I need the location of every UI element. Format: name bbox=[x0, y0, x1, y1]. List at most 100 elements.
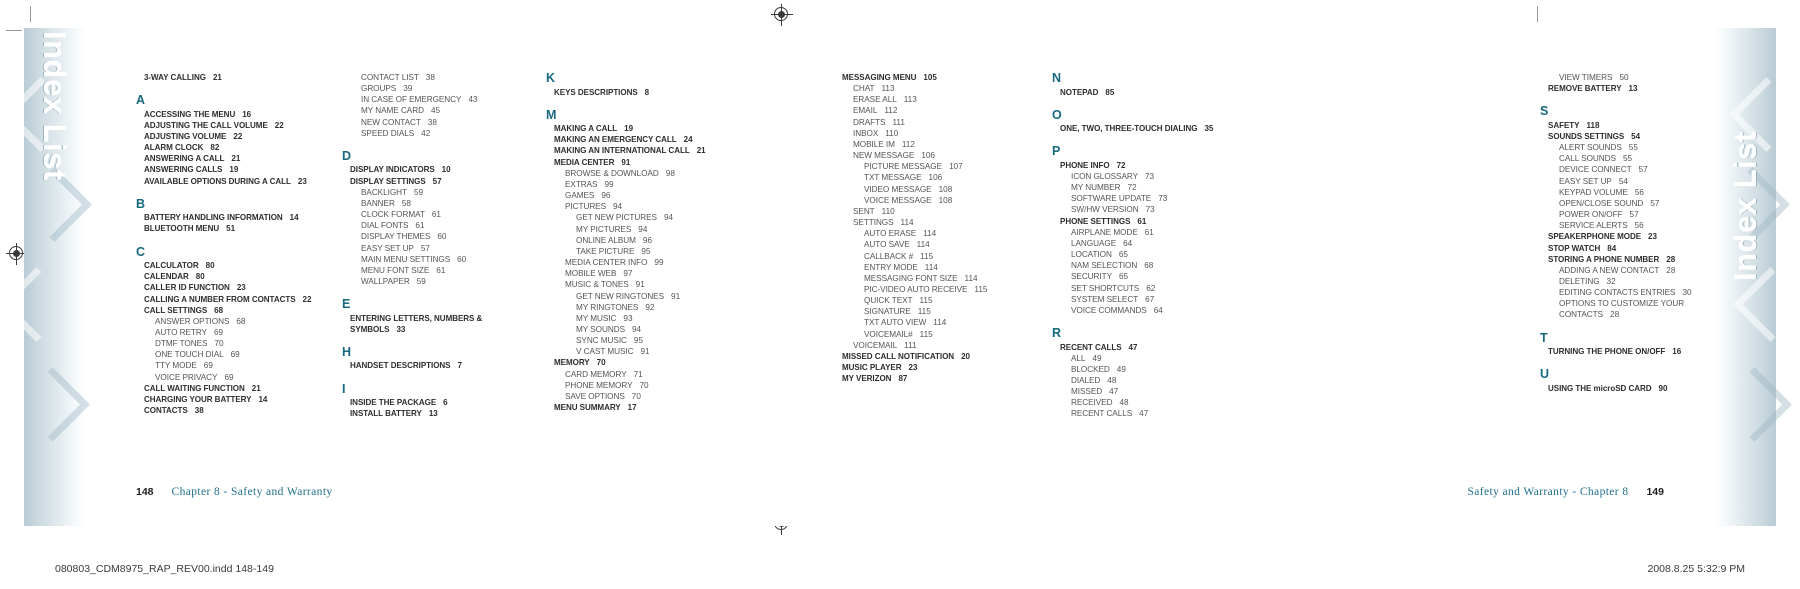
index-entry[interactable]: MESSAGING FONT SIZE 114 bbox=[834, 273, 1039, 284]
index-entry[interactable]: VOICE PRIVACY 69 bbox=[136, 372, 336, 383]
index-entry[interactable]: DIAL FONTS 61 bbox=[342, 220, 538, 231]
index-entry[interactable]: MEMORY 70 bbox=[546, 357, 746, 368]
index-entry[interactable]: ACCESSING THE MENU 16 bbox=[136, 109, 336, 120]
index-entry[interactable]: BROWSE & DOWNLOAD 98 bbox=[546, 168, 746, 179]
index-entry[interactable]: ONLINE ALBUM 96 bbox=[546, 235, 746, 246]
index-entry[interactable]: NAM SELECTION 68 bbox=[1052, 260, 1232, 271]
index-entry[interactable]: MY SOUNDS 94 bbox=[546, 324, 746, 335]
index-entry[interactable]: ALL 49 bbox=[1052, 353, 1232, 364]
index-entry[interactable]: EASY SET UP 57 bbox=[342, 243, 538, 254]
index-entry[interactable]: MAKING A CALL 19 bbox=[546, 123, 746, 134]
index-entry[interactable]: MENU SUMMARY 17 bbox=[546, 402, 746, 413]
index-entry[interactable]: SPEED DIALS 42 bbox=[342, 128, 538, 139]
index-entry[interactable]: SECURITY 65 bbox=[1052, 271, 1232, 282]
index-entry[interactable]: SENT 110 bbox=[834, 206, 1039, 217]
index-entry[interactable]: USING THE microSD CARD 90 bbox=[1540, 383, 1740, 394]
index-entry[interactable]: ICON GLOSSARY 73 bbox=[1052, 171, 1232, 182]
index-entry[interactable]: EXTRAS 99 bbox=[546, 179, 746, 190]
index-entry[interactable]: AUTO SAVE 114 bbox=[834, 239, 1039, 250]
index-entry[interactable]: MEDIA CENTER 91 bbox=[546, 157, 746, 168]
index-entry[interactable]: INSIDE THE PACKAGE 6 bbox=[342, 397, 538, 408]
index-entry[interactable]: DEVICE CONNECT 57 bbox=[1540, 164, 1740, 175]
index-entry[interactable]: TURNING THE PHONE ON/OFF 16 bbox=[1540, 346, 1740, 357]
index-entry[interactable]: PHONE MEMORY 70 bbox=[546, 380, 746, 391]
index-entry[interactable]: HANDSET DESCRIPTIONS 7 bbox=[342, 360, 538, 371]
index-entry[interactable]: SYSTEM SELECT 67 bbox=[1052, 294, 1232, 305]
index-entry[interactable]: MY RINGTONES 92 bbox=[546, 302, 746, 313]
index-entry[interactable]: ENTRY MODE 114 bbox=[834, 262, 1039, 273]
index-entry[interactable]: ONE TOUCH DIAL 69 bbox=[136, 349, 336, 360]
index-entry[interactable]: SW/HW VERSION 73 bbox=[1052, 204, 1232, 215]
index-entry[interactable]: SOUNDS SETTINGS 54 bbox=[1540, 131, 1740, 142]
index-entry[interactable]: BATTERY HANDLING INFORMATION 14 bbox=[136, 212, 336, 223]
index-entry[interactable]: NEW CONTACT 38 bbox=[342, 117, 538, 128]
index-entry[interactable]: CLOCK FORMAT 61 bbox=[342, 209, 538, 220]
index-entry[interactable]: SETTINGS 114 bbox=[834, 217, 1039, 228]
index-entry[interactable]: AUTO ERASE 114 bbox=[834, 228, 1039, 239]
index-entry[interactable]: RECEIVED 48 bbox=[1052, 397, 1232, 408]
index-entry[interactable]: NEW MESSAGE 106 bbox=[834, 150, 1039, 161]
index-entry[interactable]: DRAFTS 111 bbox=[834, 117, 1039, 128]
index-entry[interactable]: CALCULATOR 80 bbox=[136, 260, 336, 271]
index-entry[interactable]: ERASE ALL 113 bbox=[834, 94, 1039, 105]
index-entry[interactable]: CONTACTS 38 bbox=[136, 405, 336, 416]
index-entry[interactable]: ANSWERING A CALL 21 bbox=[136, 153, 336, 164]
index-entry[interactable]: SERVICE ALERTS 56 bbox=[1540, 220, 1740, 231]
index-entry[interactable]: MAIN MENU SETTINGS 60 bbox=[342, 254, 538, 265]
index-entry[interactable]: ENTERING LETTERS, NUMBERS & SYMBOLS 33 bbox=[342, 313, 538, 335]
index-entry[interactable]: MENU FONT SIZE 61 bbox=[342, 265, 538, 276]
index-entry[interactable]: MUSIC PLAYER 23 bbox=[834, 362, 1039, 373]
index-entry[interactable]: TTY MODE 69 bbox=[136, 360, 336, 371]
index-entry[interactable]: INBOX 110 bbox=[834, 128, 1039, 139]
index-entry[interactable]: LANGUAGE 64 bbox=[1052, 238, 1232, 249]
index-entry[interactable]: ADJUSTING THE CALL VOLUME 22 bbox=[136, 120, 336, 131]
index-entry[interactable]: V CAST MUSIC 91 bbox=[546, 346, 746, 357]
index-entry[interactable]: CALLBACK # 115 bbox=[834, 251, 1039, 262]
index-entry[interactable]: EASY SET UP 54 bbox=[1540, 176, 1740, 187]
index-entry[interactable]: ONE, TWO, THREE-TOUCH DIALING 35 bbox=[1052, 123, 1232, 134]
index-entry[interactable]: GROUPS 39 bbox=[342, 83, 538, 94]
index-entry[interactable]: QUICK TEXT 115 bbox=[834, 295, 1039, 306]
index-entry[interactable]: TAKE PICTURE 95 bbox=[546, 246, 746, 257]
index-entry[interactable]: REMOVE BATTERY 13 bbox=[1540, 83, 1740, 94]
index-entry[interactable]: STORING A PHONE NUMBER 28 bbox=[1540, 254, 1740, 265]
index-entry[interactable]: STOP WATCH 84 bbox=[1540, 243, 1740, 254]
index-entry[interactable]: RECENT CALLS 47 bbox=[1052, 408, 1232, 419]
index-entry[interactable]: SAVE OPTIONS 70 bbox=[546, 391, 746, 402]
index-entry[interactable]: SIGNATURE 115 bbox=[834, 306, 1039, 317]
index-entry[interactable]: VOICE MESSAGE 108 bbox=[834, 195, 1039, 206]
index-entry[interactable]: BACKLIGHT 59 bbox=[342, 187, 538, 198]
index-entry[interactable]: MY VERIZON 87 bbox=[834, 373, 1039, 384]
index-entry[interactable]: TXT MESSAGE 106 bbox=[834, 172, 1039, 183]
index-entry[interactable]: MY NUMBER 72 bbox=[1052, 182, 1232, 193]
index-entry[interactable]: CONTACT LIST 38 bbox=[342, 72, 538, 83]
index-entry[interactable]: IN CASE OF EMERGENCY 43 bbox=[342, 94, 538, 105]
index-entry[interactable]: DTMF TONES 70 bbox=[136, 338, 336, 349]
index-entry[interactable]: AUTO RETRY 69 bbox=[136, 327, 336, 338]
index-entry[interactable]: KEYS DESCRIPTIONS 8 bbox=[546, 87, 746, 98]
index-entry[interactable]: DISPLAY INDICATORS 10 bbox=[342, 164, 538, 175]
index-entry[interactable]: OPEN/CLOSE SOUND 57 bbox=[1540, 198, 1740, 209]
index-entry[interactable]: VOICE COMMANDS 64 bbox=[1052, 305, 1232, 316]
index-entry[interactable]: DIALED 48 bbox=[1052, 375, 1232, 386]
index-entry[interactable]: SYNC MUSIC 95 bbox=[546, 335, 746, 346]
index-entry[interactable]: ANSWER OPTIONS 68 bbox=[136, 316, 336, 327]
index-entry[interactable]: ALARM CLOCK 82 bbox=[136, 142, 336, 153]
index-entry[interactable]: CALENDAR 80 bbox=[136, 271, 336, 282]
index-entry[interactable]: SPEAKERPHONE MODE 23 bbox=[1540, 231, 1740, 242]
index-entry[interactable]: AIRPLANE MODE 61 bbox=[1052, 227, 1232, 238]
index-entry[interactable]: POWER ON/OFF 57 bbox=[1540, 209, 1740, 220]
index-entry[interactable]: 3-WAY CALLING 21 bbox=[136, 72, 336, 83]
index-entry[interactable]: VIDEO MESSAGE 108 bbox=[834, 184, 1039, 195]
index-entry[interactable]: SOFTWARE UPDATE 73 bbox=[1052, 193, 1232, 204]
index-entry[interactable]: ALERT SOUNDS 55 bbox=[1540, 142, 1740, 153]
index-entry[interactable]: ADDING A NEW CONTACT 28 bbox=[1540, 265, 1740, 276]
index-entry[interactable]: BANNER 58 bbox=[342, 198, 538, 209]
index-entry[interactable]: MY NAME CARD 45 bbox=[342, 105, 538, 116]
index-entry[interactable]: MY MUSIC 93 bbox=[546, 313, 746, 324]
index-entry[interactable]: PHONE INFO 72 bbox=[1052, 160, 1232, 171]
index-entry[interactable]: DISPLAY THEMES 60 bbox=[342, 231, 538, 242]
index-entry[interactable]: DISPLAY SETTINGS 57 bbox=[342, 176, 538, 187]
index-entry[interactable]: MEDIA CENTER INFO 99 bbox=[546, 257, 746, 268]
index-entry[interactable]: LOCATION 65 bbox=[1052, 249, 1232, 260]
